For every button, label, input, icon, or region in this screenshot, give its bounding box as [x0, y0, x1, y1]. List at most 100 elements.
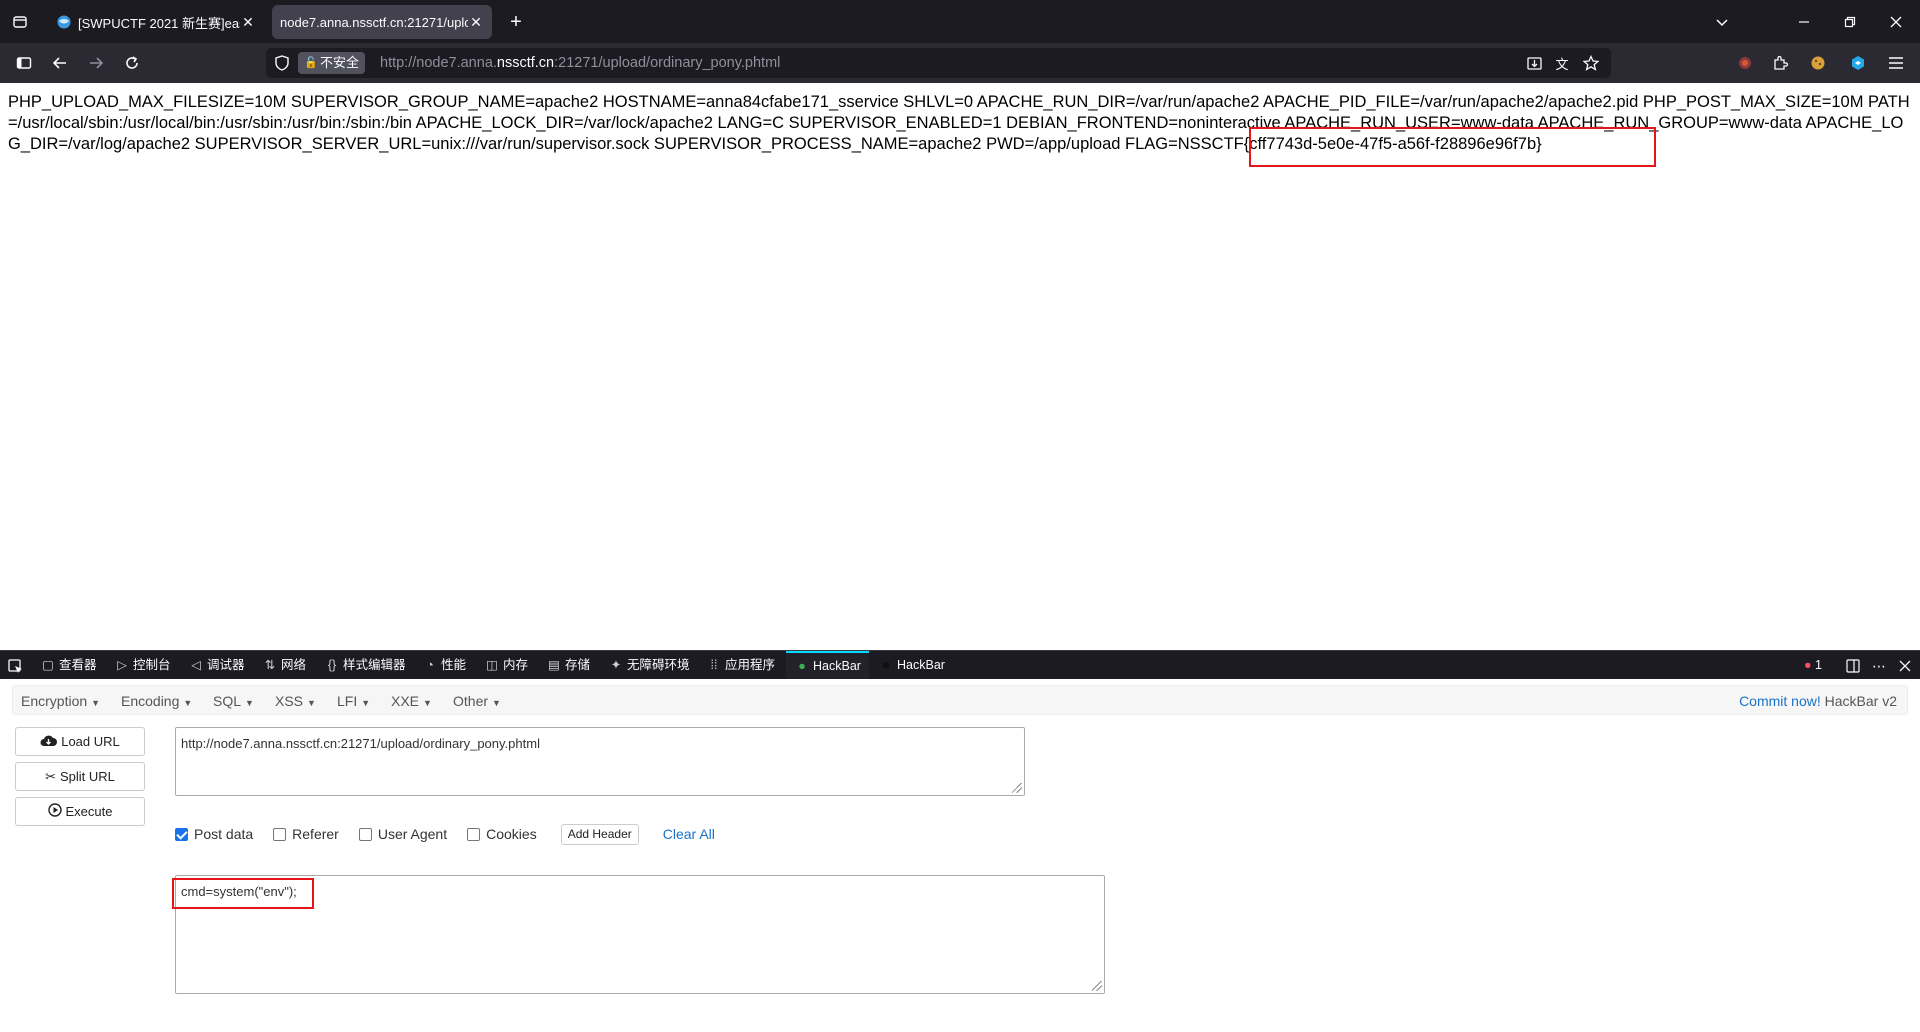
menu-xxe[interactable]: XXE ▼	[391, 686, 432, 718]
menu-label: SQL	[213, 693, 242, 709]
error-icon: ●	[1804, 658, 1812, 672]
menu-encoding[interactable]: Encoding ▼	[121, 686, 192, 718]
translate-icon[interactable]: 文	[1554, 55, 1570, 72]
more-options-icon[interactable]: ⋯	[1870, 657, 1888, 675]
bookmark-star-icon[interactable]	[1582, 54, 1600, 72]
cookies-checkbox[interactable]	[467, 827, 481, 841]
hackbar-version-label: HackBar v2	[1824, 693, 1897, 709]
tab-title: node7.anna.nssctf.cn:21271/uplo	[280, 14, 468, 30]
minimize-button[interactable]	[1794, 12, 1814, 32]
resize-grip-icon[interactable]	[1092, 981, 1102, 991]
close-window-button[interactable]	[1886, 12, 1906, 32]
execute-button[interactable]: Execute	[15, 797, 145, 826]
navigation-toolbar: 🔓 不安全 http://node7.anna.nssctf.cn:21271/…	[0, 43, 1920, 83]
extension-red-icon[interactable]	[1735, 53, 1755, 73]
devtools-tab-accessibility[interactable]: ✦ 无障碍环境	[608, 651, 690, 680]
options-row: Post data Referer User Agent Cookies Add…	[175, 823, 715, 845]
url-bar[interactable]: 🔓 不安全 http://node7.anna.nssctf.cn:21271/…	[266, 48, 1611, 78]
menu-label: XXE	[391, 693, 420, 709]
extension-blue-icon[interactable]	[1848, 53, 1868, 73]
add-header-button[interactable]: Add Header	[560, 823, 639, 845]
close-tab-icon[interactable]: ✕	[240, 14, 256, 31]
devtools-tab-label: 样式编辑器	[343, 658, 406, 672]
url-host: nssctf.cn	[496, 55, 555, 71]
user-agent-checkbox[interactable]	[358, 827, 372, 841]
reload-icon[interactable]	[122, 53, 142, 73]
devtools-tab-memory[interactable]: ◫ 内存	[484, 651, 528, 680]
clear-all-link[interactable]: Clear All	[663, 826, 715, 842]
url-suffix: :21271/upload/ordinary_pony.phtml	[554, 55, 781, 71]
devtools-tab-hackbar[interactable]: ● HackBar	[786, 651, 869, 680]
not-secure-badge[interactable]: 🔓 不安全	[298, 52, 366, 74]
devtools-tab-storage[interactable]: ▤ 存储	[546, 651, 590, 680]
shield-icon[interactable]	[274, 55, 290, 71]
devtools-tab-network[interactable]: ⇅ 网络	[262, 651, 306, 680]
execute-label: Execute	[65, 804, 113, 819]
menu-lfi[interactable]: LFI ▼	[337, 686, 370, 718]
new-tab-button[interactable]: +	[506, 11, 526, 33]
menu-hamburger-icon[interactable]	[1886, 53, 1906, 73]
restore-button[interactable]	[1840, 12, 1860, 32]
style-editor-icon: {}	[327, 658, 337, 672]
devtools-tab-label: 控制台	[133, 658, 171, 672]
element-picker-icon[interactable]	[6, 657, 24, 675]
caret-down-icon: ▼	[183, 698, 193, 708]
hackbar2-icon: ■	[882, 658, 890, 672]
hackbar-panel: Encryption ▼ Encoding ▼ SQL ▼ XSS ▼ LFI ▼ XXE…	[0, 679, 1920, 1032]
save-page-icon[interactable]	[1526, 55, 1542, 71]
chevron-down-icon[interactable]	[1712, 12, 1732, 32]
network-icon: ⇅	[264, 658, 276, 672]
devtools-tab-inspector[interactable]: ▢ 查看器	[40, 651, 97, 680]
menu-label: Encoding	[121, 693, 180, 709]
devtools-tab-label: 内存	[503, 658, 529, 672]
not-secure-label: 不安全	[320, 55, 360, 70]
post-data-checkbox[interactable]	[175, 827, 188, 841]
cloud-download-icon	[40, 734, 58, 750]
menu-xss[interactable]: XSS ▼	[275, 686, 316, 718]
error-count: 1	[1815, 658, 1822, 672]
caret-down-icon: ▼	[361, 698, 371, 708]
devtools-tab-label: 无障碍环境	[627, 658, 690, 672]
devtools-tab-debugger[interactable]: ◁ 调试器	[188, 651, 244, 680]
back-arrow-icon[interactable]	[50, 53, 70, 73]
url-textarea[interactable]: http://node7.anna.nssctf.cn:21271/upload…	[175, 727, 1025, 796]
load-url-button[interactable]: Load URL	[15, 727, 145, 756]
devtools-tab-application[interactable]: ⁞⁞ 应用程序	[706, 651, 776, 680]
referer-label: Referer	[292, 826, 339, 842]
menu-encryption[interactable]: Encryption ▼	[21, 686, 100, 718]
forward-arrow-icon[interactable]	[86, 53, 106, 73]
devtools-tab-label: 存储	[565, 658, 591, 672]
extensions-puzzle-icon[interactable]	[1770, 53, 1790, 73]
tab-upload-page[interactable]: node7.anna.nssctf.cn:21271/uplo ✕	[272, 5, 492, 39]
menu-label: LFI	[337, 693, 358, 709]
lock-slash-icon: 🔓	[304, 57, 318, 69]
sidebar-icon[interactable]	[14, 53, 34, 73]
devtools-tab-label: 网络	[281, 658, 307, 672]
close-devtools-icon[interactable]	[1896, 657, 1914, 675]
resize-grip-icon[interactable]	[1012, 783, 1022, 793]
commit-now-link[interactable]: Commit now!	[1739, 693, 1821, 709]
dock-side-icon[interactable]	[1844, 657, 1862, 675]
tab-list-icon[interactable]	[10, 12, 30, 32]
extension-cookie-icon[interactable]	[1808, 53, 1828, 73]
devtools-tab-label: 查看器	[59, 658, 97, 672]
caret-down-icon: ▼	[492, 698, 501, 708]
tab-swpuctf[interactable]: [SWPUCTF 2021 新生赛]easyu ✕	[48, 5, 264, 39]
devtools-tab-performance[interactable]: ◔ 性能	[422, 651, 466, 680]
hackbar-version: Commit now! HackBar v2	[1739, 686, 1897, 716]
devtools-tab-console[interactable]: ▷ 控制台	[114, 651, 171, 680]
debugger-icon: ◁	[191, 658, 201, 672]
devtools-tab-label: HackBar	[897, 658, 945, 672]
split-url-button[interactable]: ✂ Split URL	[15, 762, 145, 791]
menu-sql[interactable]: SQL ▼	[213, 686, 254, 718]
menu-other[interactable]: Other ▼	[453, 686, 501, 718]
devtools-toolbar: ▢ 查看器 ▷ 控制台 ◁ 调试器 ⇅ 网络 {} 样式编辑器 ◔ 性能 ◫ 内存 ▤ 存储 ✦…	[0, 650, 1920, 680]
devtools-tab-hackbar-2[interactable]: ■ HackBar	[878, 651, 945, 680]
post-data-textarea[interactable]: cmd=system("env");	[175, 875, 1105, 994]
devtools-tab-style-editor[interactable]: {} 样式编辑器	[324, 651, 406, 680]
error-count-badge[interactable]: ● 1	[1804, 651, 1822, 680]
close-tab-icon[interactable]: ✕	[468, 14, 484, 31]
referer-checkbox[interactable]	[273, 827, 287, 841]
url-text[interactable]: http://node7.anna.nssctf.cn:21271/upload…	[380, 48, 780, 78]
menu-label: Encryption	[21, 693, 88, 709]
